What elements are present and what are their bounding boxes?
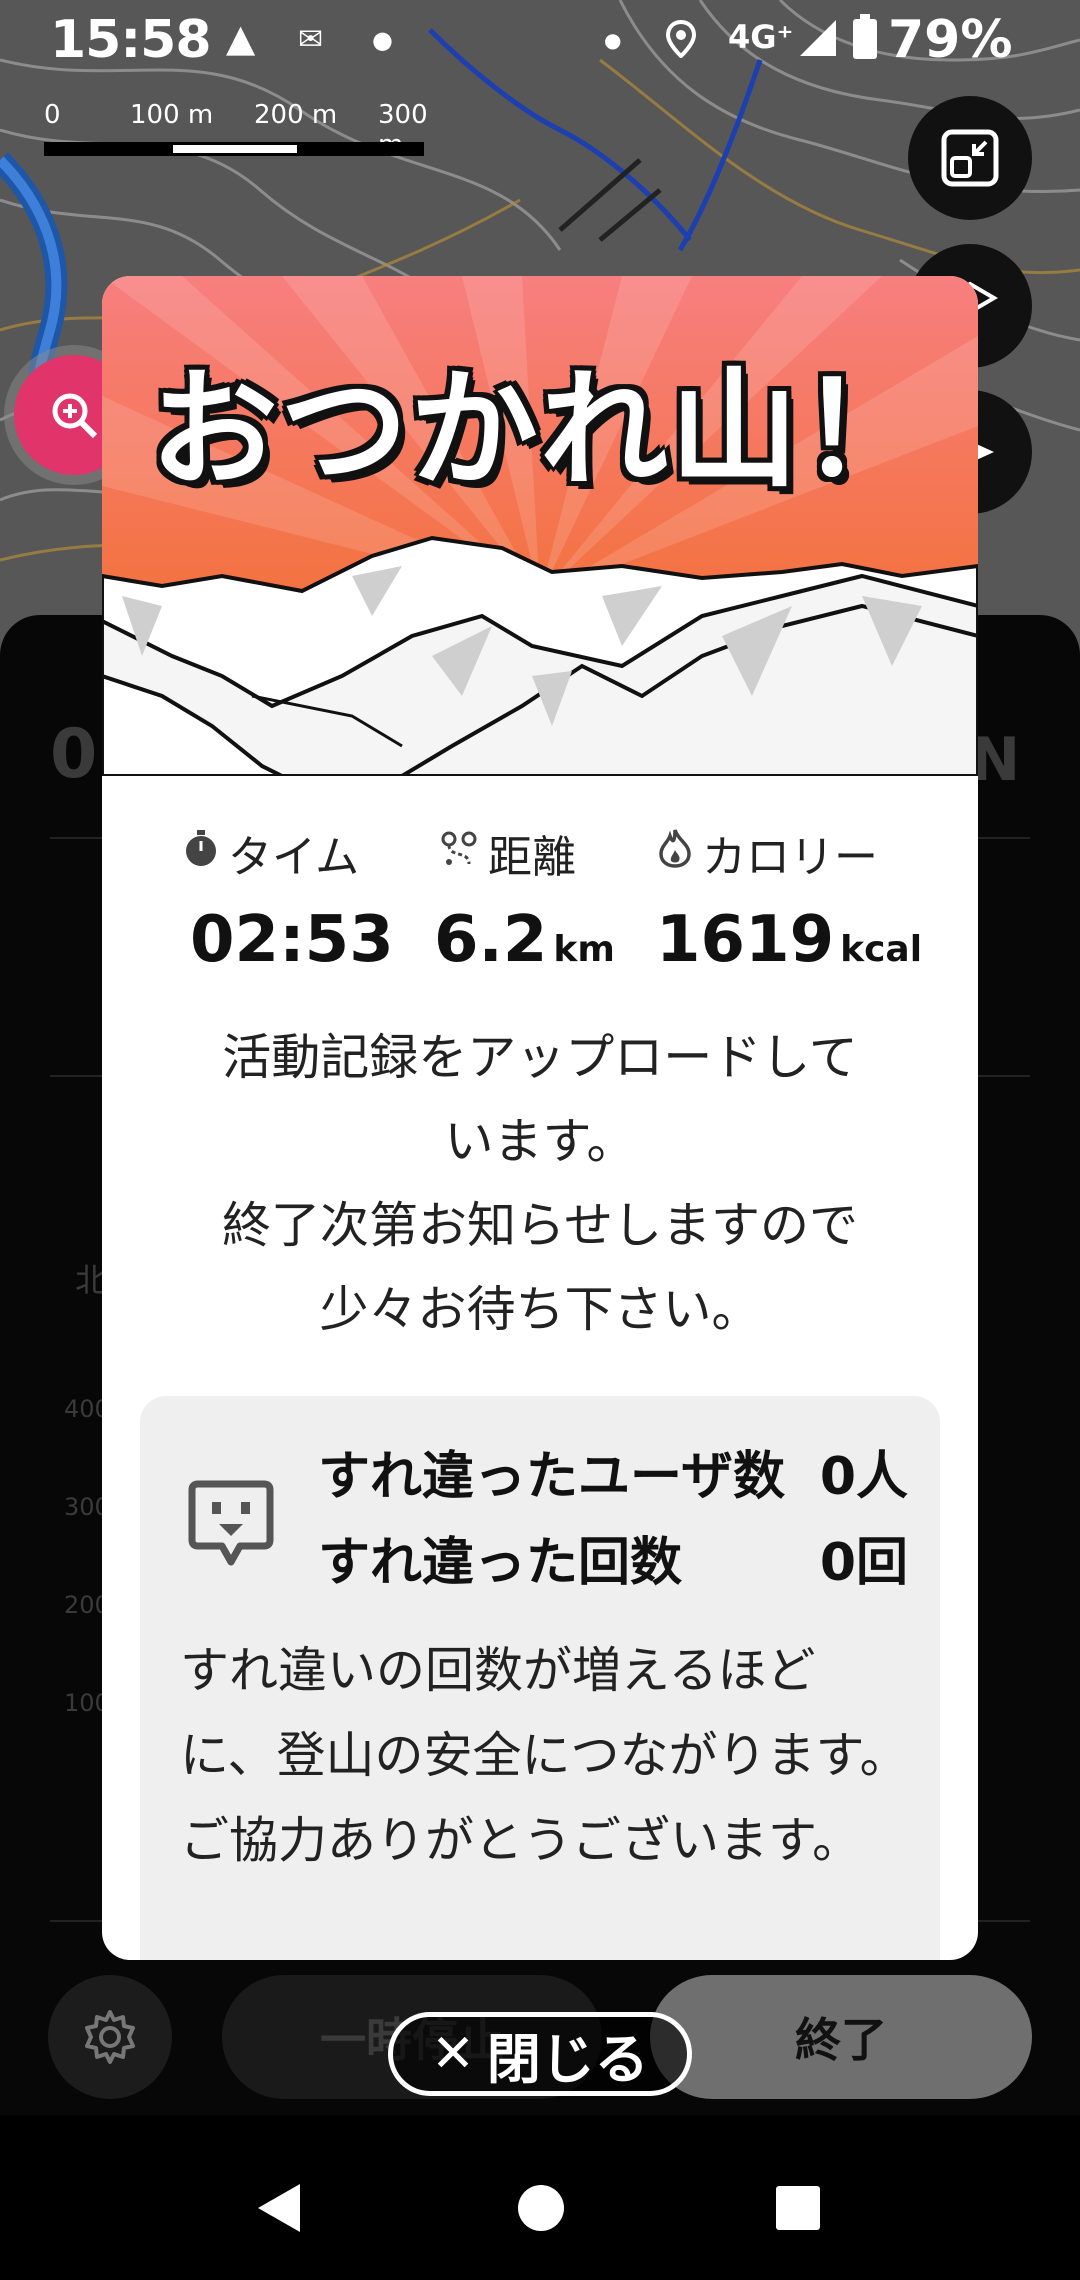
fit-bounds-icon: [941, 129, 999, 187]
time-stat: タイム 02:53: [184, 821, 394, 977]
warning-icon: ▲: [226, 16, 256, 60]
mountain-banner: おつかれ山！: [102, 276, 978, 776]
dialog-title: おつかれ山！: [149, 356, 930, 505]
distance-value: 6.2: [434, 903, 548, 977]
distance-label: 距離: [488, 832, 576, 883]
time-value: 02:53: [190, 903, 394, 977]
distance-stat: 距離 6.2 km: [434, 821, 615, 977]
back-icon[interactable]: [252, 2180, 304, 2240]
scale-bar: [44, 142, 424, 156]
scale-label: 0: [44, 100, 61, 130]
signal-icon: [798, 18, 838, 67]
gear-icon: [85, 2010, 135, 2064]
wait-notice-text: 終了次第お知らせしますので 少々お待ち下さい。: [221, 1197, 859, 1338]
zoom-in-icon: [52, 393, 98, 439]
status-bar: 15:58 ▲ ✉ ● ● 4G⁺ 79%: [0, 0, 1080, 80]
passed-count-value: 0回: [819, 1533, 908, 1593]
status-time: 15:58: [50, 10, 212, 70]
scale-label: 200 m: [254, 100, 338, 130]
navigation-bar: [0, 2140, 1080, 2280]
settings-button[interactable]: [48, 1975, 172, 2099]
route-icon: [440, 828, 478, 879]
activity-stats: タイム 02:53 距離 6.2 km カロリー 1619 kcal: [102, 821, 978, 981]
calorie-unit: kcal: [840, 929, 923, 970]
passing-description: すれ違いの回数が増えるほどに、登山の安全につながります。ご協力ありがとうございま…: [180, 1642, 909, 1869]
passing-user-icon: [188, 1478, 274, 1574]
location-icon: [665, 19, 697, 67]
recents-icon[interactable]: [772, 2180, 824, 2240]
close-button[interactable]: ✕ 閉じる: [388, 2012, 692, 2096]
flame-icon: [658, 828, 692, 879]
map-scale-bar: 0 100 m 200 m 300 m: [44, 100, 444, 160]
home-icon[interactable]: [516, 2180, 566, 2240]
completion-dialog: おつかれ山！ タイム 02:53 距離 6.2 km カロリー 1619 kca…: [102, 276, 978, 1960]
calorie-label: カロリー: [702, 832, 878, 883]
close-label: 閉じる: [486, 2027, 649, 2091]
stopwatch-icon: [184, 828, 218, 879]
time-label: タイム: [228, 832, 360, 883]
passed-count-row: すれ違った回数 0回: [318, 1520, 908, 1595]
distance-unit: km: [553, 929, 615, 970]
passed-count-label: すれ違った回数: [318, 1533, 683, 1593]
fit-bounds-button[interactable]: [908, 96, 1032, 220]
passed-users-value: 0人: [819, 1447, 908, 1507]
calorie-value: 1619: [656, 903, 835, 977]
dot-icon: ●: [372, 26, 393, 54]
upload-message: 活動記録をアップロードして います。 終了次第お知らせしますので 少々お待ち下さ…: [152, 1016, 928, 1352]
battery-icon: [852, 14, 878, 69]
mail-icon: ✉: [298, 22, 324, 57]
passing-info-card: すれ違ったユーザ数 0人 すれ違った回数 0回 すれ違いの回数が増えるほどに、登…: [140, 1396, 940, 1960]
passed-users-row: すれ違ったユーザ数 0人: [318, 1434, 908, 1509]
end-button[interactable]: 終了: [650, 1975, 1032, 2099]
dot-icon: ●: [604, 28, 622, 52]
close-icon: ✕: [431, 2024, 475, 2084]
scale-label: 100 m: [130, 100, 214, 130]
calorie-stat: カロリー 1619 kcal: [656, 821, 923, 977]
battery-percent: 79%: [888, 10, 1013, 70]
upload-status-text: 活動記録をアップロードして います。: [222, 1029, 858, 1170]
network-type: 4G⁺: [728, 18, 794, 56]
passed-users-label: すれ違ったユーザ数: [318, 1447, 785, 1507]
